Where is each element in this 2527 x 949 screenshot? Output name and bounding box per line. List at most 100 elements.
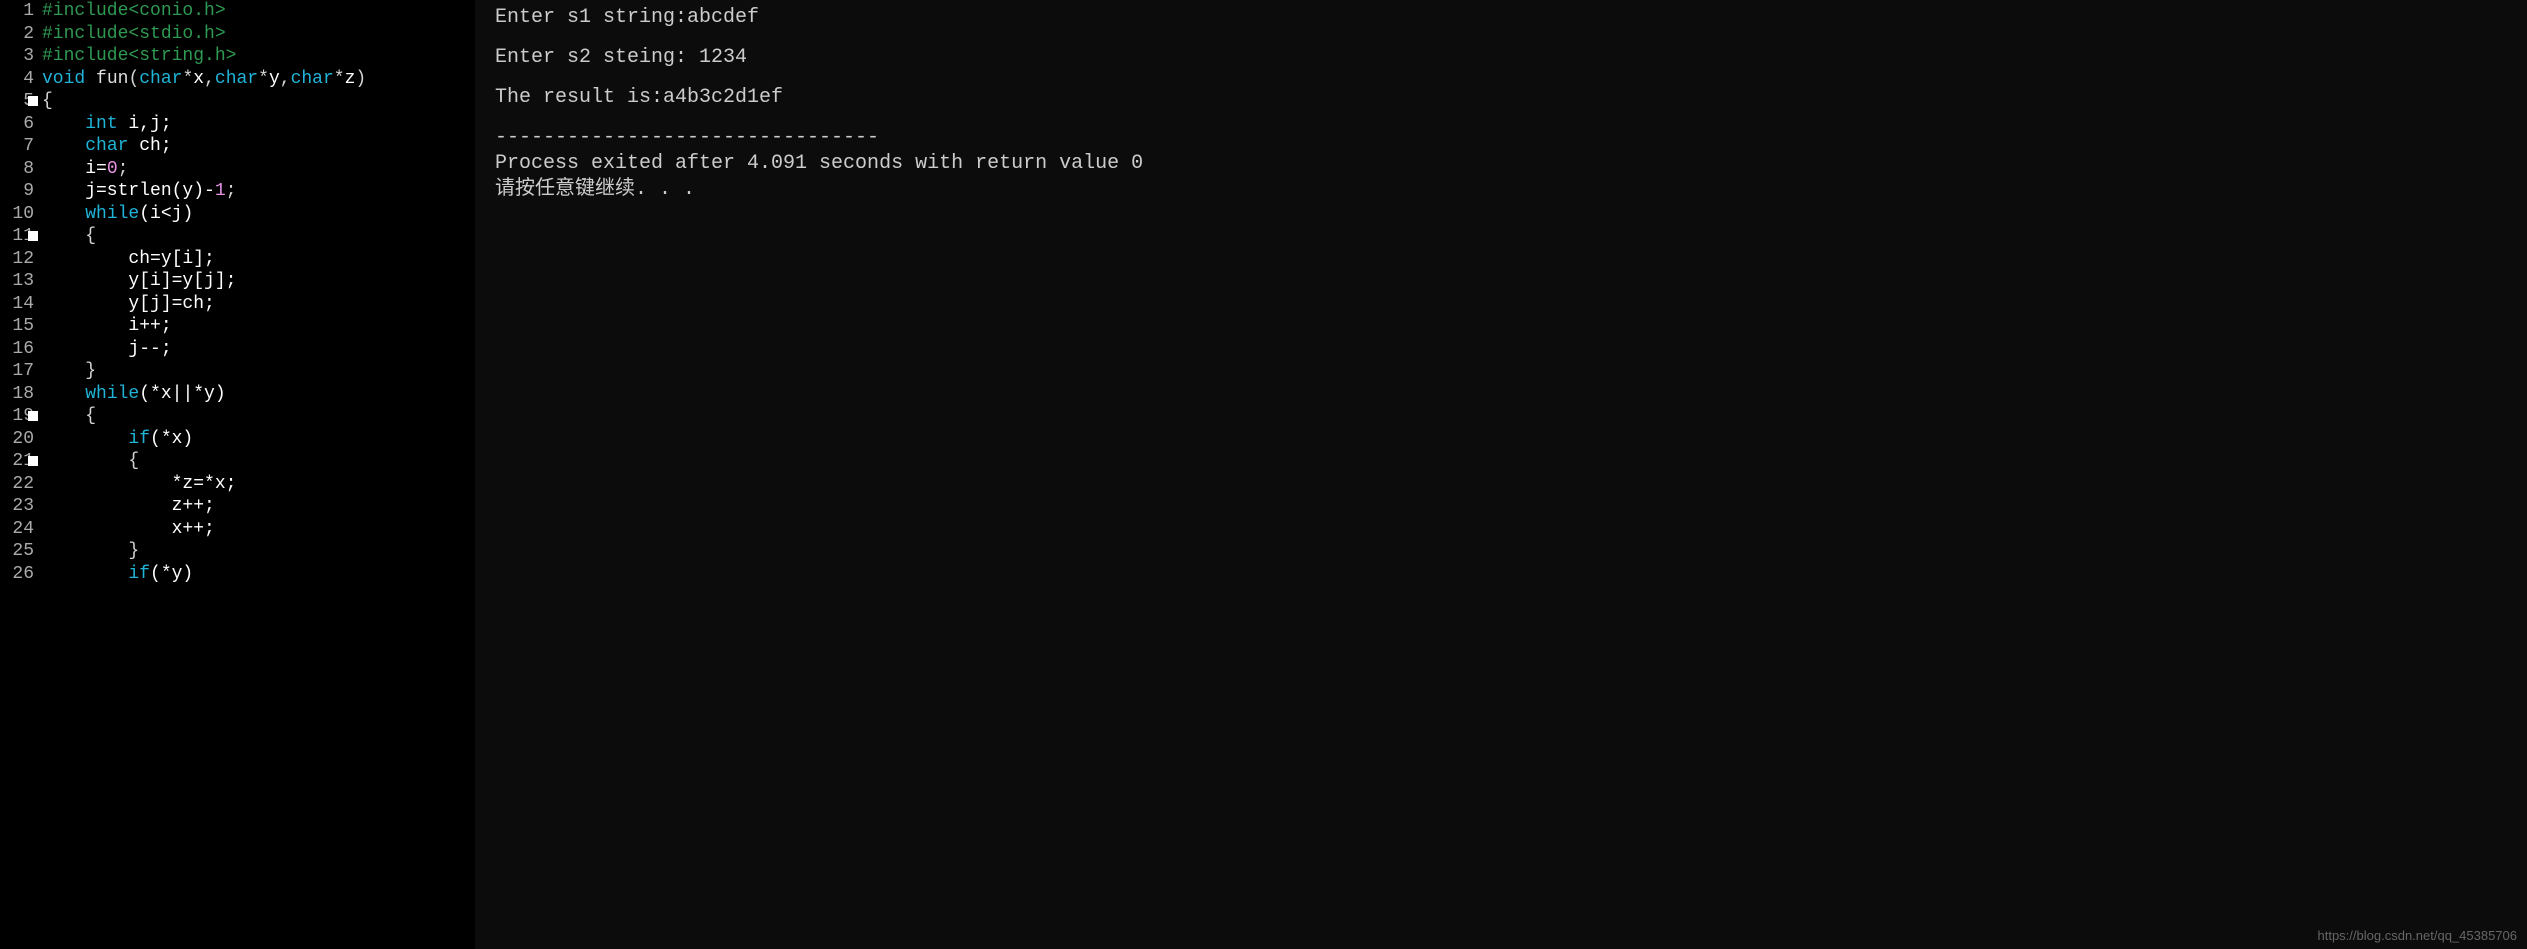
code-token: {: [42, 406, 96, 426]
line-number: 23: [0, 495, 34, 518]
code-token: 0: [107, 159, 118, 179]
line-number: 7: [0, 135, 34, 158]
code-token: #include<conio.h>: [42, 1, 226, 21]
code-token: y[j]=ch;: [42, 294, 215, 314]
code-token: ,: [204, 69, 215, 89]
code-line[interactable]: x++;: [42, 518, 475, 541]
code-token: *: [334, 69, 345, 89]
code-token: while: [85, 384, 139, 404]
console-output-pane: Enter s1 string:abcdef Enter s2 steing: …: [475, 0, 2527, 949]
code-token: z++;: [42, 496, 215, 516]
console-line: Enter s2 steing: 1234: [495, 45, 2507, 71]
line-number: 10: [0, 203, 34, 226]
code-token: (*y): [150, 564, 193, 584]
fold-marker-icon[interactable]: [28, 411, 38, 421]
code-line[interactable]: #include<conio.h>: [42, 0, 475, 23]
code-token: [42, 114, 85, 134]
console-line: Enter s1 string:abcdef: [495, 5, 2507, 31]
code-line[interactable]: while(i<j): [42, 203, 475, 226]
code-token: {: [42, 91, 53, 111]
code-token: int: [85, 114, 117, 134]
code-token: ): [355, 69, 366, 89]
code-token: (i<j): [139, 204, 193, 224]
code-line[interactable]: i++;: [42, 315, 475, 338]
code-line[interactable]: i=0;: [42, 158, 475, 181]
code-token: if: [128, 429, 150, 449]
line-number: 17: [0, 360, 34, 383]
code-token: 1: [215, 181, 226, 201]
code-token: ch;: [128, 136, 171, 156]
code-line[interactable]: while(*x||*y): [42, 383, 475, 406]
code-content[interactable]: #include<conio.h> #include<stdio.h>#inclu…: [42, 0, 475, 585]
code-token: [42, 204, 85, 224]
code-token: [42, 384, 85, 404]
code-token: i++;: [42, 316, 172, 336]
code-line[interactable]: {: [42, 90, 475, 113]
code-line[interactable]: y[i]=y[j];: [42, 270, 475, 293]
console-line: 请按任意键继续. . .: [495, 177, 2507, 203]
console-line: The result is:a4b3c2d1ef: [495, 85, 2507, 111]
code-token: }: [42, 541, 139, 561]
fold-marker-icon[interactable]: [28, 96, 38, 106]
code-line[interactable]: z++;: [42, 495, 475, 518]
line-number: 18: [0, 383, 34, 406]
code-token: ;: [118, 159, 129, 179]
code-token: y[i]=y[j];: [42, 271, 236, 291]
code-token: #include<string.h>: [42, 46, 236, 66]
line-number: 22: [0, 473, 34, 496]
code-token: #include<stdio.h>: [42, 24, 226, 44]
line-number: 25: [0, 540, 34, 563]
line-number: 20: [0, 428, 34, 451]
code-line[interactable]: {: [42, 450, 475, 473]
code-line[interactable]: #include<string.h>: [42, 45, 475, 68]
code-line[interactable]: if(*x): [42, 428, 475, 451]
code-token: (*x||*y): [139, 384, 225, 404]
code-line[interactable]: *z=*x;: [42, 473, 475, 496]
code-token: i=: [42, 159, 107, 179]
code-token: ;: [226, 181, 237, 201]
code-line[interactable]: j=strlen(y)-1;: [42, 180, 475, 203]
code-token: char: [291, 69, 334, 89]
code-token: }: [42, 361, 96, 381]
code-token: ,: [280, 69, 291, 89]
fold-marker-icon[interactable]: [28, 231, 38, 241]
code-line[interactable]: {: [42, 225, 475, 248]
line-number: 6: [0, 113, 34, 136]
code-line[interactable]: {: [42, 405, 475, 428]
code-token: [42, 136, 85, 156]
code-area[interactable]: 1234567891011121314151617181920212223242…: [0, 0, 475, 585]
code-line[interactable]: ch=y[i];: [42, 248, 475, 271]
code-token: char: [215, 69, 258, 89]
code-line[interactable]: #include<stdio.h>: [42, 23, 475, 46]
code-line[interactable]: }: [42, 540, 475, 563]
watermark-text: https://blog.csdn.net/qq_45385706: [2318, 928, 2518, 943]
code-token: *: [258, 69, 269, 89]
line-number: 13: [0, 270, 34, 293]
code-line[interactable]: int i,j;: [42, 113, 475, 136]
code-line[interactable]: if(*y): [42, 563, 475, 586]
code-line[interactable]: }: [42, 360, 475, 383]
code-line[interactable]: char ch;: [42, 135, 475, 158]
code-token: (: [128, 69, 139, 89]
line-number: 15: [0, 315, 34, 338]
line-number: 3: [0, 45, 34, 68]
line-number: 16: [0, 338, 34, 361]
code-line[interactable]: y[j]=ch;: [42, 293, 475, 316]
code-token: ch=y[i];: [42, 249, 215, 269]
console-separator: --------------------------------: [495, 125, 2507, 151]
code-line[interactable]: j--;: [42, 338, 475, 361]
code-token: char: [139, 69, 182, 89]
line-number: 9: [0, 180, 34, 203]
fold-marker-icon[interactable]: [28, 456, 38, 466]
code-token: *: [182, 69, 193, 89]
code-token: x: [193, 69, 204, 89]
code-token: z: [345, 69, 356, 89]
code-line[interactable]: void fun(char*x,char*y,char*z): [42, 68, 475, 91]
code-token: [42, 564, 128, 584]
line-number: 14: [0, 293, 34, 316]
line-number: 24: [0, 518, 34, 541]
line-number: 12: [0, 248, 34, 271]
code-token: fun: [96, 69, 128, 89]
code-token: [85, 69, 96, 89]
code-editor-pane: 1234567891011121314151617181920212223242…: [0, 0, 475, 949]
